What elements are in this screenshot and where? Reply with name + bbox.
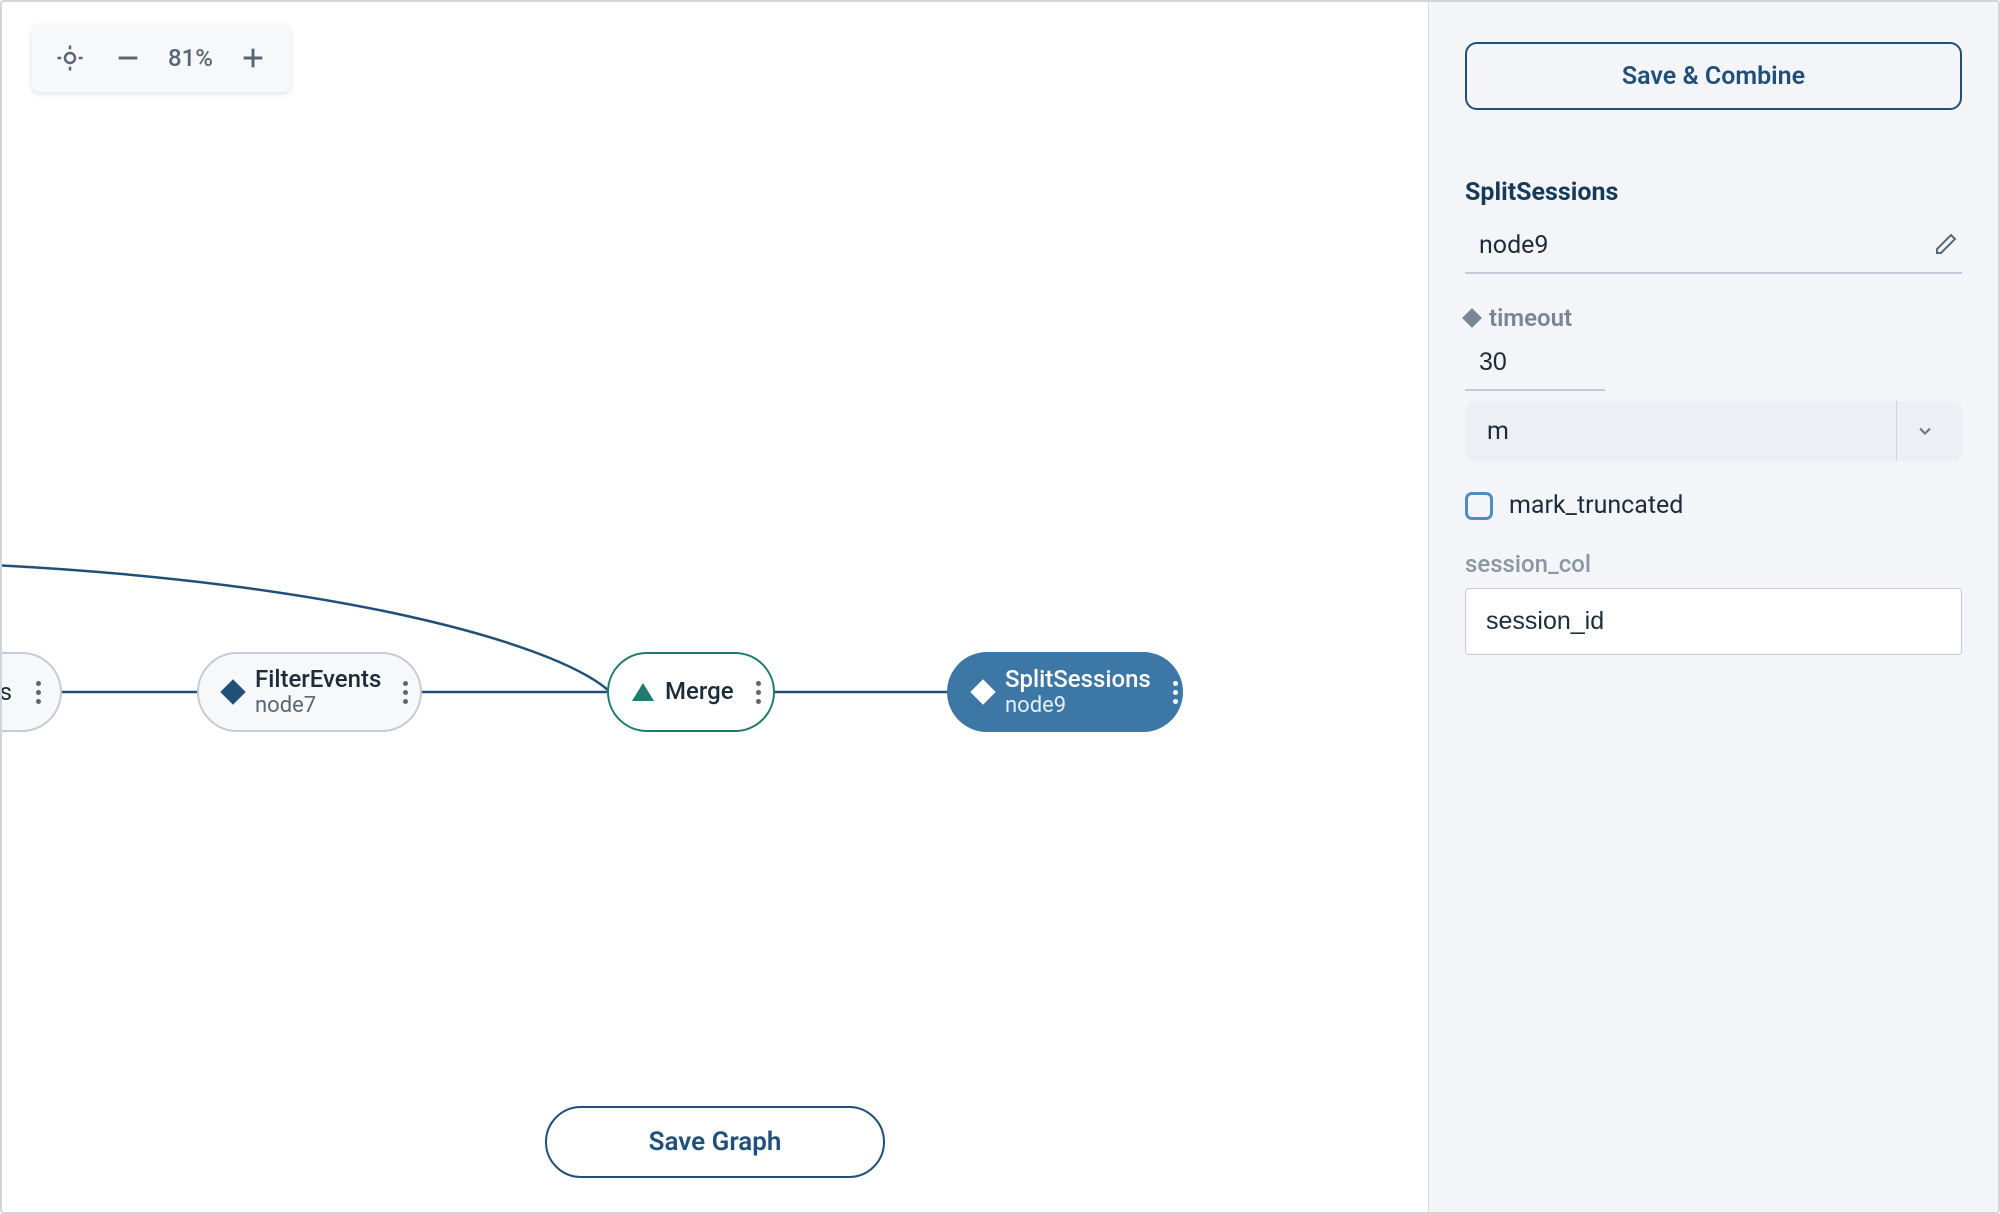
node-subtitle: node7 <box>255 693 381 718</box>
properties-panel: Save & Combine SplitSessions node9 timeo… <box>1428 2 1998 1212</box>
node-title: s <box>2 678 12 706</box>
node-menu-icon[interactable] <box>403 681 408 704</box>
diamond-icon <box>973 682 993 702</box>
node-title: SplitSessions <box>1005 666 1151 694</box>
node-menu-icon[interactable] <box>32 681 44 704</box>
node-labels: Merge <box>665 678 734 706</box>
field-label-row: session_col <box>1465 550 1962 578</box>
graph-edges <box>2 2 1428 1212</box>
node-name-value: node9 <box>1479 231 1548 260</box>
zoom-out-icon[interactable] <box>104 34 152 82</box>
field-label-row: timeout <box>1465 304 1962 332</box>
dropdown-value: m <box>1487 417 1509 446</box>
field-label: timeout <box>1489 304 1572 332</box>
zoom-toolbar: 81% <box>32 24 291 92</box>
checkbox-label: mark_truncated <box>1509 491 1683 520</box>
mark-truncated-checkbox[interactable]: mark_truncated <box>1465 491 1962 520</box>
field-label: session_col <box>1465 550 1591 578</box>
zoom-level: 81% <box>162 44 219 72</box>
node-menu-icon[interactable] <box>756 681 761 704</box>
field-session-col: session_col <box>1465 550 1962 655</box>
diamond-icon <box>223 682 243 702</box>
session-col-input[interactable] <box>1465 588 1962 655</box>
timeout-input[interactable] <box>1465 342 1605 391</box>
node-labels: SplitSessions node9 <box>1005 666 1151 719</box>
chevron-down-icon <box>1896 401 1952 461</box>
node-labels: FilterEvents node7 <box>255 666 381 719</box>
checkbox-box <box>1465 492 1493 520</box>
node-name-row: node9 <box>1465 227 1962 274</box>
triangle-icon <box>633 682 653 702</box>
node-menu-icon[interactable] <box>1173 681 1178 704</box>
graph-canvas[interactable]: 81% s F <box>2 2 1428 1212</box>
node-title: FilterEvents <box>255 666 381 694</box>
graph-node-partial[interactable]: s <box>2 652 62 732</box>
node-subtitle: node9 <box>1005 693 1151 718</box>
panel-node-type: SplitSessions <box>1465 178 1962 207</box>
timeout-unit-dropdown[interactable]: m <box>1465 401 1962 461</box>
graph-node-split-sessions[interactable]: SplitSessions node9 <box>947 652 1183 732</box>
graph-node-filter-events[interactable]: FilterEvents node7 <box>197 652 422 732</box>
save-combine-button[interactable]: Save & Combine <box>1465 42 1962 110</box>
graph-node-merge[interactable]: Merge <box>607 652 775 732</box>
zoom-in-icon[interactable] <box>229 34 277 82</box>
app-frame: 81% s F <box>0 0 2000 1214</box>
node-title: Merge <box>665 678 734 706</box>
field-timeout: timeout m <box>1465 304 1962 461</box>
save-graph-button[interactable]: Save Graph <box>545 1106 885 1178</box>
diamond-icon <box>1462 308 1482 328</box>
fit-view-icon[interactable] <box>46 34 94 82</box>
edit-icon[interactable] <box>1934 232 1958 260</box>
